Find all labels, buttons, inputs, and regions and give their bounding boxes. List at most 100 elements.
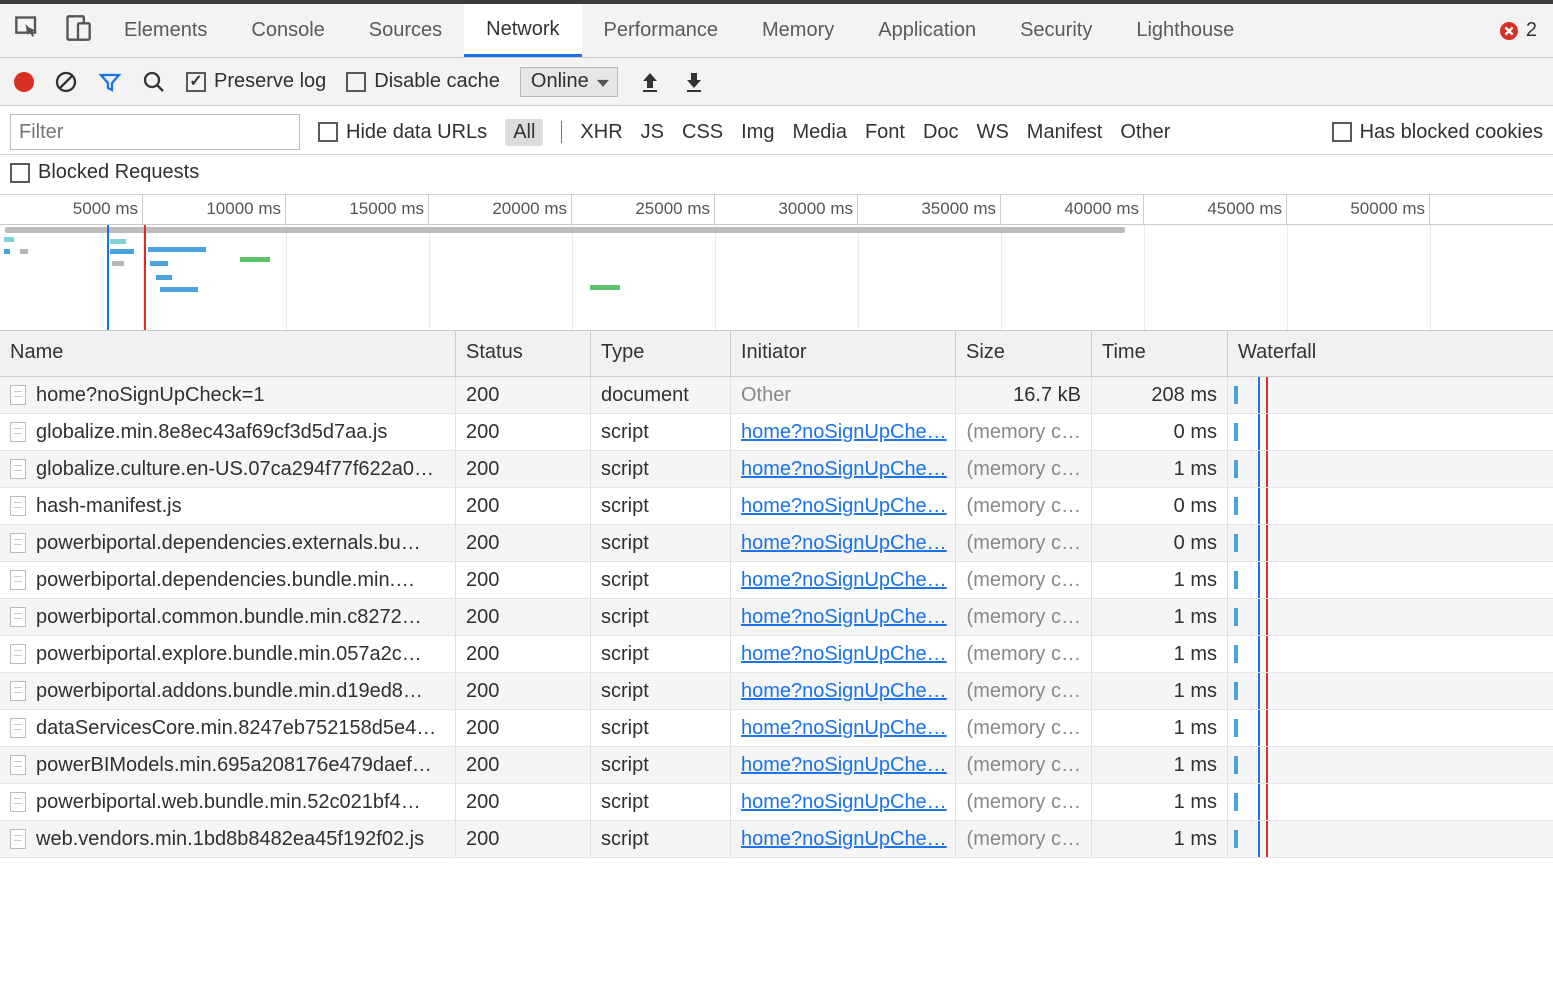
initiator-link[interactable]: home?noSignUpChe…: [741, 495, 947, 518]
filter-icon[interactable]: [98, 70, 122, 94]
col-header-name[interactable]: Name: [0, 331, 456, 376]
cell-name[interactable]: powerbiportal.dependencies.bundle.min.…: [0, 562, 456, 598]
filter-input[interactable]: [10, 114, 300, 150]
throttle-select[interactable]: Online: [520, 67, 618, 97]
initiator-link[interactable]: home?noSignUpChe…: [741, 828, 947, 851]
cell-name[interactable]: powerbiportal.explore.bundle.min.057a2c…: [0, 636, 456, 672]
cell-initiator[interactable]: home?noSignUpChe…: [731, 747, 956, 783]
checkbox-icon[interactable]: [318, 122, 338, 142]
filter-type-ws[interactable]: WS: [977, 121, 1009, 144]
col-header-status[interactable]: Status: [456, 331, 591, 376]
inspect-element-icon[interactable]: [14, 14, 42, 48]
tab-performance[interactable]: Performance: [582, 4, 741, 57]
tab-memory[interactable]: Memory: [740, 4, 856, 57]
download-har-icon[interactable]: [682, 70, 706, 94]
request-row[interactable]: powerbiportal.addons.bundle.min.d19ed8…2…: [0, 673, 1553, 710]
cell-name[interactable]: web.vendors.min.1bd8b8482ea45f192f02.js: [0, 821, 456, 857]
cell-name[interactable]: dataServicesCore.min.8247eb752158d5e4…: [0, 710, 456, 746]
initiator-link[interactable]: home?noSignUpChe…: [741, 643, 947, 666]
cell-name[interactable]: powerbiportal.common.bundle.min.c8272…: [0, 599, 456, 635]
request-row[interactable]: web.vendors.min.1bd8b8482ea45f192f02.js2…: [0, 821, 1553, 858]
request-row[interactable]: hash-manifest.js200scripthome?noSignUpCh…: [0, 488, 1553, 525]
search-icon[interactable]: [142, 70, 166, 94]
cell-name[interactable]: powerbiportal.addons.bundle.min.d19ed8…: [0, 673, 456, 709]
tab-elements[interactable]: Elements: [102, 4, 229, 57]
filter-type-font[interactable]: Font: [865, 121, 905, 144]
tab-network[interactable]: Network: [464, 4, 581, 57]
tab-lighthouse[interactable]: Lighthouse: [1114, 4, 1256, 57]
cell-name[interactable]: globalize.min.8e8ec43af69cf3d5d7aa.js: [0, 414, 456, 450]
filter-type-xhr[interactable]: XHR: [580, 121, 622, 144]
initiator-link[interactable]: home?noSignUpChe…: [741, 458, 947, 481]
request-row[interactable]: powerbiportal.dependencies.externals.bu……: [0, 525, 1553, 562]
cell-name[interactable]: powerbiportal.web.bundle.min.52c021bf4…: [0, 784, 456, 820]
cell-initiator[interactable]: home?noSignUpChe…: [731, 636, 956, 672]
initiator-link[interactable]: home?noSignUpChe…: [741, 754, 947, 777]
cell-initiator[interactable]: home?noSignUpChe…: [731, 821, 956, 857]
filter-type-doc[interactable]: Doc: [923, 121, 959, 144]
request-row[interactable]: dataServicesCore.min.8247eb752158d5e4…20…: [0, 710, 1553, 747]
initiator-link[interactable]: home?noSignUpChe…: [741, 717, 947, 740]
cell-initiator[interactable]: home?noSignUpChe…: [731, 673, 956, 709]
checkbox-icon[interactable]: [346, 72, 366, 92]
tab-application[interactable]: Application: [856, 4, 998, 57]
cell-name[interactable]: hash-manifest.js: [0, 488, 456, 524]
hide-data-urls-checkbox[interactable]: Hide data URLs: [318, 121, 487, 144]
cell-initiator[interactable]: home?noSignUpChe…: [731, 451, 956, 487]
tab-security[interactable]: Security: [998, 4, 1114, 57]
cell-initiator[interactable]: home?noSignUpChe…: [731, 710, 956, 746]
col-header-type[interactable]: Type: [591, 331, 731, 376]
initiator-link[interactable]: home?noSignUpChe…: [741, 606, 947, 629]
cell-initiator[interactable]: home?noSignUpChe…: [731, 414, 956, 450]
filter-type-img[interactable]: Img: [741, 121, 774, 144]
checkbox-checked-icon[interactable]: [186, 72, 206, 92]
record-icon[interactable]: [14, 72, 34, 92]
filter-type-manifest[interactable]: Manifest: [1027, 121, 1103, 144]
col-header-time[interactable]: Time: [1092, 331, 1228, 376]
request-row[interactable]: powerbiportal.dependencies.bundle.min.…2…: [0, 562, 1553, 599]
filter-type-all[interactable]: All: [505, 119, 543, 146]
checkbox-icon[interactable]: [10, 163, 30, 183]
cell-initiator[interactable]: home?noSignUpChe…: [731, 525, 956, 561]
col-header-waterfall[interactable]: Waterfall: [1228, 331, 1553, 376]
initiator-link[interactable]: home?noSignUpChe…: [741, 791, 947, 814]
timeline-overview[interactable]: 5000 ms10000 ms15000 ms20000 ms25000 ms3…: [0, 195, 1553, 331]
request-row[interactable]: home?noSignUpCheck=1200documentOther16.7…: [0, 377, 1553, 414]
tab-console[interactable]: Console: [229, 4, 346, 57]
initiator-link[interactable]: home?noSignUpChe…: [741, 421, 947, 444]
cell-name[interactable]: powerbiportal.dependencies.externals.bu…: [0, 525, 456, 561]
preserve-log-checkbox[interactable]: Preserve log: [186, 70, 326, 93]
initiator-link[interactable]: home?noSignUpChe…: [741, 569, 947, 592]
request-row[interactable]: powerbiportal.web.bundle.min.52c021bf4…2…: [0, 784, 1553, 821]
error-badge-icon[interactable]: [1500, 22, 1518, 40]
request-row[interactable]: powerbiportal.explore.bundle.min.057a2c……: [0, 636, 1553, 673]
filter-type-css[interactable]: CSS: [682, 121, 723, 144]
request-row[interactable]: powerBIModels.min.695a208176e479daef…200…: [0, 747, 1553, 784]
initiator-link[interactable]: home?noSignUpChe…: [741, 532, 947, 555]
cell-initiator[interactable]: home?noSignUpChe…: [731, 488, 956, 524]
col-header-initiator[interactable]: Initiator: [731, 331, 956, 376]
upload-har-icon[interactable]: [638, 70, 662, 94]
has-blocked-cookies-checkbox[interactable]: Has blocked cookies: [1332, 121, 1543, 144]
blocked-requests-checkbox[interactable]: Blocked Requests: [10, 161, 199, 184]
timeline-scrollbar[interactable]: [5, 227, 1125, 233]
request-row[interactable]: globalize.min.8e8ec43af69cf3d5d7aa.js200…: [0, 414, 1553, 451]
cell-name[interactable]: powerBIModels.min.695a208176e479daef…: [0, 747, 456, 783]
cell-initiator[interactable]: home?noSignUpChe…: [731, 562, 956, 598]
cell-initiator[interactable]: home?noSignUpChe…: [731, 599, 956, 635]
cell-initiator[interactable]: home?noSignUpChe…: [731, 784, 956, 820]
request-row[interactable]: globalize.culture.en-US.07ca294f77f622a0…: [0, 451, 1553, 488]
tab-sources[interactable]: Sources: [347, 4, 464, 57]
error-count[interactable]: 2: [1526, 19, 1537, 42]
device-toggle-icon[interactable]: [64, 14, 92, 48]
checkbox-icon[interactable]: [1332, 122, 1352, 142]
filter-type-js[interactable]: JS: [641, 121, 664, 144]
disable-cache-checkbox[interactable]: Disable cache: [346, 70, 500, 93]
filter-type-media[interactable]: Media: [792, 121, 846, 144]
initiator-link[interactable]: home?noSignUpChe…: [741, 680, 947, 703]
col-header-size[interactable]: Size: [956, 331, 1092, 376]
cell-name[interactable]: globalize.culture.en-US.07ca294f77f622a0…: [0, 451, 456, 487]
request-row[interactable]: powerbiportal.common.bundle.min.c8272…20…: [0, 599, 1553, 636]
clear-icon[interactable]: [54, 70, 78, 94]
filter-type-other[interactable]: Other: [1120, 121, 1170, 144]
